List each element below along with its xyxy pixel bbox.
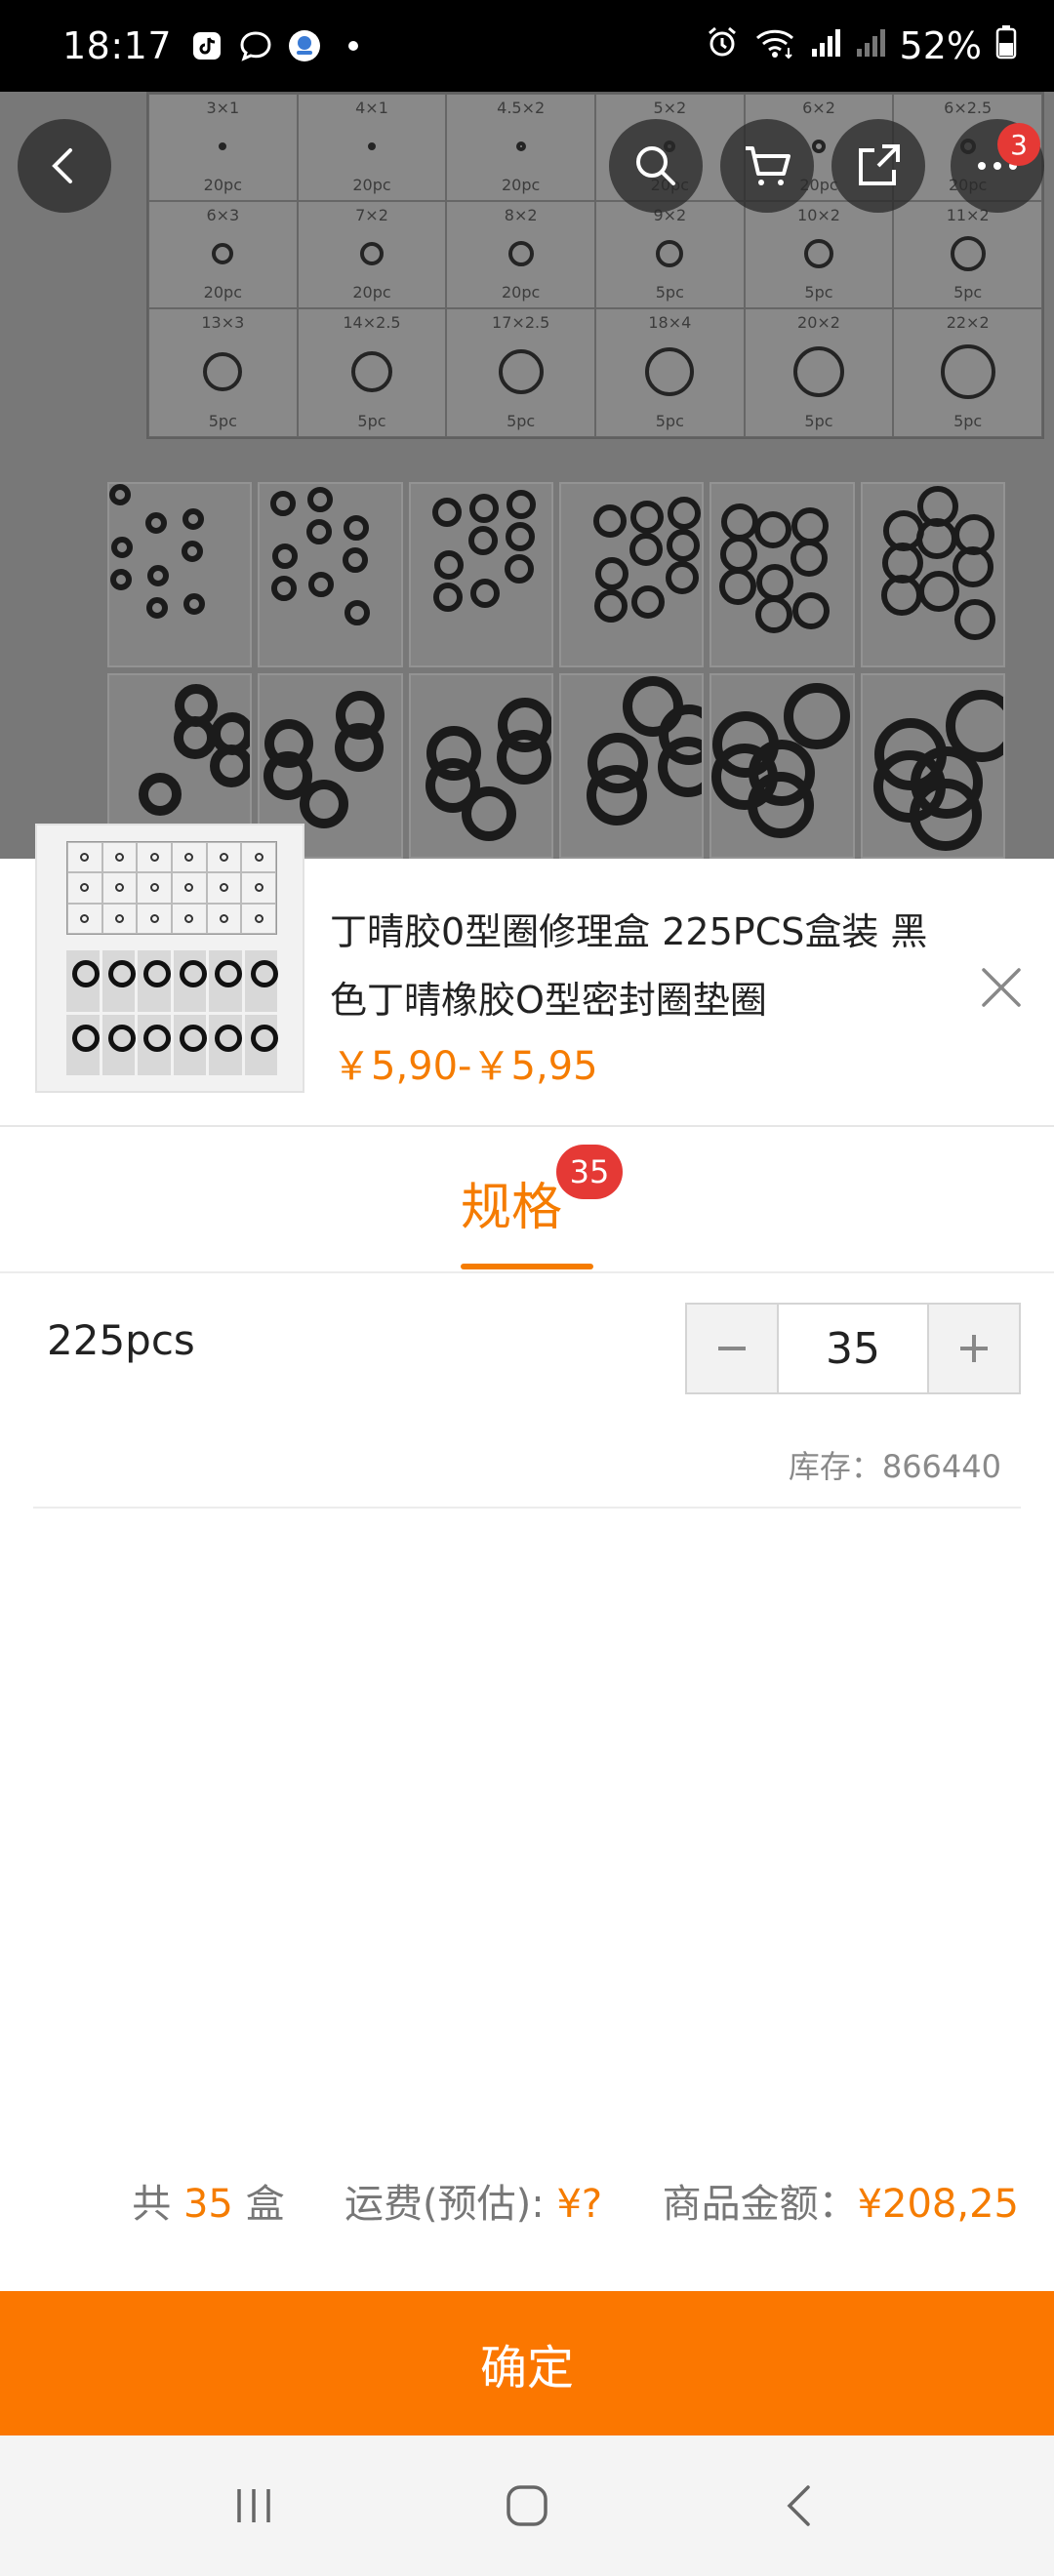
close-button[interactable] — [976, 962, 1027, 1013]
product-image[interactable]: 3×120pc4×120pc4.5×220pc5×220pc6×220pc6×2… — [0, 92, 1054, 859]
notification-icons — [189, 28, 371, 63]
quantity-value[interactable]: 35 — [777, 1305, 929, 1392]
tab-spec[interactable]: 规格 — [461, 1166, 562, 1239]
total-prefix: 共 — [132, 2182, 172, 2227]
app-badge-icon — [287, 28, 322, 63]
product-price: ￥5,90-￥5,95 — [332, 1044, 598, 1089]
status-time: 18:17 — [62, 24, 173, 67]
status-bar: 18:17 52% — [0, 0, 1054, 92]
close-icon — [982, 968, 1021, 1007]
increase-button[interactable] — [929, 1305, 1019, 1392]
wifi-icon — [753, 24, 796, 68]
battery-percent: 52% — [899, 24, 982, 67]
home-icon — [507, 2485, 547, 2526]
back-button[interactable] — [18, 119, 111, 213]
more-button[interactable]: 3 — [951, 119, 1044, 213]
shipping-value: ¥? — [556, 2182, 603, 2227]
search-button[interactable] — [609, 119, 703, 213]
share-icon — [859, 144, 900, 185]
decrease-button[interactable] — [687, 1305, 777, 1392]
quantity-stepper: 35 — [685, 1303, 1021, 1394]
alarm-icon — [705, 24, 740, 68]
sku-selector-sheet: 丁晴胶0型圈修理盒 225PCS盒装 黑色丁晴橡胶O型密封圈垫圈 ￥5,90-￥… — [0, 824, 1054, 2576]
order-summary: 共 35 盒 运费(预估): ¥? 商品金额：¥208,25 — [132, 2172, 1019, 2229]
status-right: 52% — [705, 24, 1017, 68]
confirm-button[interactable]: 确定 — [0, 2291, 1054, 2435]
minus-icon — [718, 1347, 746, 1350]
battery-icon — [995, 24, 1017, 68]
total-count: 35 — [182, 2182, 233, 2227]
nav-back-button[interactable] — [756, 2462, 844, 2550]
share-button[interactable] — [831, 119, 925, 213]
spec-tabs: 规格 35 — [0, 1127, 1054, 1273]
cart-count-badge: 3 — [997, 123, 1040, 166]
tab-count-badge: 35 — [556, 1145, 623, 1199]
shipping-label: 运费(预估): — [345, 2182, 545, 2227]
system-nav-bar — [0, 2435, 1054, 2576]
tiktok-icon — [189, 28, 224, 63]
amount-value: ¥208,25 — [857, 2182, 1019, 2227]
signal-icon — [810, 24, 841, 67]
thumbnail-trays — [66, 950, 277, 1075]
cart-icon — [746, 146, 790, 185]
search-icon — [636, 146, 675, 185]
stock-count: 库存：866440 — [788, 1448, 1001, 1485]
recent-apps-icon — [237, 2489, 270, 2522]
product-title: 丁晴胶0型圈修理盒 225PCS盒装 黑色丁晴橡胶O型密封圈垫圈 — [330, 910, 928, 1022]
dot-icon — [336, 28, 371, 63]
chevron-left-icon — [52, 148, 72, 183]
thumbnail-size-chart — [66, 841, 277, 935]
plus-icon — [960, 1335, 988, 1362]
tab-underline — [461, 1264, 593, 1269]
cart-button[interactable] — [720, 119, 814, 213]
back-arrow-icon — [787, 2485, 810, 2526]
home-button[interactable] — [483, 2462, 571, 2550]
total-unit: 盒 — [245, 2182, 285, 2227]
chat-bubble-icon — [238, 28, 273, 63]
signal-icon-2 — [855, 24, 886, 67]
recent-apps-button[interactable] — [210, 2462, 298, 2550]
spec-option-label: 225pcs — [47, 1316, 195, 1364]
divider — [33, 1507, 1021, 1509]
amount-label: 商品金额： — [662, 2182, 858, 2227]
product-summary: 丁晴胶0型圈修理盒 225PCS盒装 黑色丁晴橡胶O型密封圈垫圈 ￥5,90-￥… — [0, 824, 1054, 1127]
product-thumbnail[interactable] — [35, 824, 304, 1093]
spec-option-row: 225pcs 35 — [33, 1273, 1021, 1394]
